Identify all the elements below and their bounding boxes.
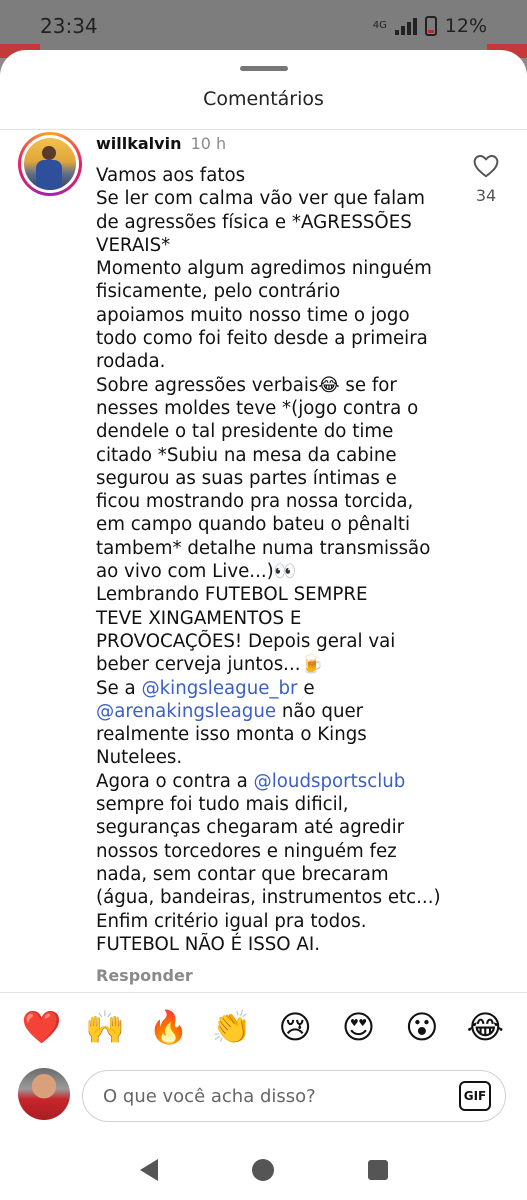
status-time: 23:34 (40, 14, 98, 38)
comment-line: de agressões física e *AGRESSÕES (96, 211, 412, 233)
comment-line: nesses moldes teve *(jogo contra o (96, 397, 419, 419)
reply-button[interactable]: Responder (96, 966, 193, 985)
navigation-bar (0, 1140, 527, 1200)
comment-line-mention: @arenakingsleague não quer (96, 700, 456, 723)
comment-line: nossos torcedores e ninguém fez (96, 840, 397, 862)
comment-line-mention: Agora o contra a @loudsportsclub (96, 770, 456, 793)
comment-line: Momento algum agredimos ninguém (96, 258, 432, 280)
comment-line: citado *Subiu na mesa da cabine (96, 444, 397, 466)
divider (0, 129, 527, 130)
comment-line: Lembrando FUTEBOL SEMPRE (96, 584, 368, 606)
gif-icon[interactable]: GIF (459, 1081, 491, 1111)
comments-sheet: Comentários willkalvin 10 h Vamos aos fa… (0, 50, 527, 1200)
emoji-laughing[interactable]: 😂 (461, 1007, 509, 1047)
comment-line: TEVE XINGAMENTOS E (96, 607, 302, 629)
mention-link[interactable]: @loudsportsclub (254, 771, 406, 792)
comment-line: tambem* detalhe numa transmissão (96, 537, 431, 559)
comment-username[interactable]: willkalvin (96, 134, 181, 153)
comment-line: VERAIS* (96, 234, 171, 256)
comment-fragment: Se a (96, 677, 142, 699)
comment-line: (água, bandeiras, instrumentos etc...) (96, 887, 441, 909)
network-type: 4G (372, 20, 387, 31)
comment-line: realmente isso monta o Kings (96, 724, 367, 746)
home-circle-icon[interactable] (251, 1159, 274, 1181)
comment-line: rodada. (96, 351, 166, 373)
divider (0, 992, 527, 993)
gif-label: GIF (463, 1089, 487, 1103)
like-button[interactable] (472, 154, 500, 182)
comment-line: ficou mostrando pra nossa torcida, (96, 491, 414, 513)
comment-line: fisicamente, pelo contrário (96, 281, 341, 303)
comment-line-mention: Se a @kingsleague_br e (96, 677, 456, 700)
mention-handle: kingsleague_br (159, 677, 298, 699)
emoji-fire[interactable]: 🔥 (144, 1007, 192, 1047)
comment-fragment: Agora o contra a (96, 770, 254, 792)
comment-fragment: e (297, 677, 315, 699)
mention-handle: loudsportsclub (271, 770, 406, 792)
emoji-heart[interactable]: ❤️ (18, 1007, 66, 1047)
signal-icon (394, 17, 417, 35)
avatar-image (24, 138, 76, 190)
emoji-crying[interactable]: 😢 (271, 1007, 319, 1047)
mention-handle: arenakingsleague (114, 700, 277, 722)
comment-header: willkalvin 10 h (96, 134, 226, 153)
my-avatar (18, 1068, 70, 1120)
comment-line: Sobre agressões verbais😂 se for (96, 374, 397, 396)
like-count: 34 (475, 186, 497, 205)
comment-line: beber cerveja juntos...🍺 (96, 654, 324, 676)
emoji-bar: ❤️ 🙌 🔥 👏 😢 😍 😮 😂 (0, 1002, 527, 1052)
heart-outline-icon (473, 155, 499, 178)
emoji-clap[interactable]: 👏 (208, 1007, 256, 1047)
status-bar: 23:34 4G 12% (0, 0, 527, 52)
comment-line: apoiamos muito nosso time o jogo (96, 304, 410, 326)
emoji-surprised[interactable]: 😮 (398, 1007, 446, 1047)
comment-line: nada, sem contar que brecaram (96, 863, 389, 885)
comment-line: ao vivo com Live...)👀 (96, 561, 297, 583)
comment-text: Vamos aos fatos Se ler com calma vão ver… (96, 164, 456, 956)
back-triangle-icon[interactable] (139, 1159, 158, 1181)
comment-fragment: não quer (276, 700, 364, 722)
comment-line: sempre foi tudo mais dificil, (96, 794, 349, 816)
comment-input-placeholder: O que você acha disso? (103, 1085, 316, 1107)
battery-icon (424, 16, 437, 36)
comment-time: 10 h (190, 134, 227, 153)
status-icons: 4G 12% (373, 15, 487, 37)
drag-handle[interactable] (240, 66, 288, 71)
comment-line: PROVOCAÇÕES! Depois geral vai (96, 630, 396, 652)
mention-link[interactable]: @kingsleague_br (141, 678, 297, 699)
comment-line: Nutelees. (96, 747, 183, 769)
comment-input[interactable]: O que você acha disso? GIF (82, 1070, 506, 1122)
emoji-raised-hands[interactable]: 🙌 (81, 1007, 129, 1047)
mention-link[interactable]: @arenakingsleague (96, 701, 276, 722)
comment-line: Vamos aos fatos (96, 165, 246, 186)
comment-line: todo como foi feito desde a primeira (96, 328, 428, 350)
recents-square-icon[interactable] (367, 1160, 388, 1180)
comment-line: em campo quando bateu o pênalti (96, 514, 411, 536)
battery-level: 12% (444, 15, 487, 37)
emoji-heart-eyes[interactable]: 😍 (335, 1007, 383, 1047)
commenter-avatar[interactable] (18, 132, 82, 196)
comment-line: segurou as suas partes íntimas e (96, 467, 397, 489)
comment-line: FUTEBOL NÃO É ISSO AI. (96, 933, 320, 955)
comment-line: seguranças chegaram até agredir (96, 817, 405, 839)
sheet-title: Comentários (203, 88, 324, 110)
comment-line: Enfim critério igual pra todos. (96, 910, 367, 932)
comment-line: Se ler com calma vão ver que falam (96, 188, 426, 210)
comment-line: dendele o tal presidente do time (96, 421, 394, 443)
